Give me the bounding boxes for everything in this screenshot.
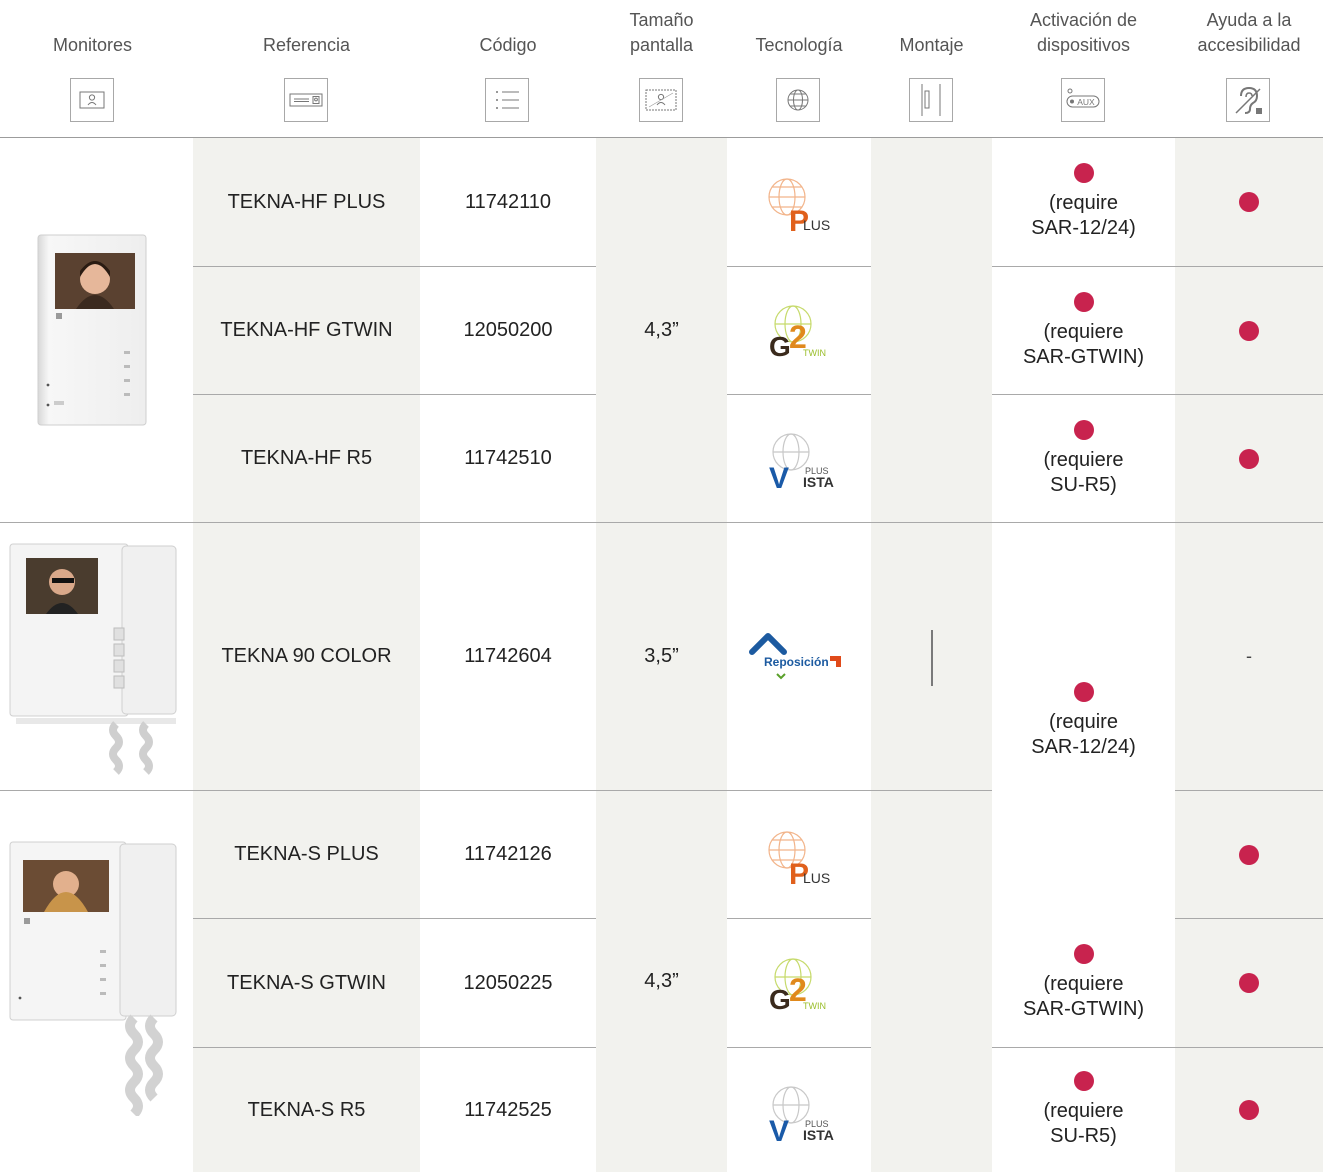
globe-icon (776, 78, 820, 122)
code-cell: 12050200 (463, 319, 553, 341)
reference-cell: TEKNA 90 COLOR (221, 645, 392, 667)
header-label: Tamaño pantalla (629, 10, 694, 55)
g2twin-logo: G 2 TWIN (769, 305, 826, 362)
row-separator (727, 266, 871, 267)
activation-cell: (requiere SU-R5) (992, 395, 1175, 522)
code-cell: 11742525 (464, 1098, 552, 1121)
activation-note: (requiere SAR-GTWIN) (1022, 320, 1145, 368)
accessibility-cell (1175, 267, 1323, 394)
header-label: Ayuda a la accesibilidad (1197, 10, 1301, 55)
status-dot (1239, 973, 1259, 993)
g2twin-logo-twin: TWIN (803, 1001, 826, 1011)
header-tamano: Tamaño pantalla (596, 0, 727, 137)
activation-cell: (requiere SAR-GTWIN) (992, 267, 1175, 394)
code-cell: 12050225 (463, 971, 553, 994)
status-dot (1239, 844, 1259, 865)
vista-logo: V PLUS ISTA (769, 1086, 834, 1143)
accessibility-cell (1175, 395, 1323, 522)
accessibility-cell (1175, 1048, 1323, 1172)
hearing-loop-icon (1226, 78, 1270, 122)
activation-note: (requiere SU-R5) (1043, 448, 1124, 496)
row-separator (727, 394, 871, 395)
vista-logo: V PLUS ISTA (769, 433, 834, 490)
status-dot (1073, 163, 1094, 183)
code-cell: 11742604 (464, 645, 552, 667)
reference-cell: TEKNA-HF PLUS (227, 190, 386, 213)
accessibility-cell (1175, 791, 1323, 918)
code-cell: 11742126 (464, 843, 552, 865)
activation-cell: (requiere SAR-GTWIN) (992, 919, 1175, 1047)
reposicion-logo-text: Reposición (764, 655, 829, 669)
header-label: Activación de dispositivos (1029, 10, 1138, 55)
status-dot (1239, 1100, 1259, 1120)
status-dot (1239, 192, 1259, 212)
activation-note: (requiere SU-R5) (1043, 1100, 1124, 1147)
activation-note: (require SAR-12/24) (1031, 192, 1136, 239)
g2twin-logo-g: G (769, 331, 791, 362)
activation-note: (require SAR-12/24) (1031, 711, 1136, 758)
header-tecnologia: Tecnología (727, 0, 871, 137)
status-dot (1239, 320, 1259, 341)
code-cell: 11742110 (464, 190, 551, 213)
header-montaje: Montaje (871, 0, 992, 137)
header-accesibilidad: Ayuda a la accesibilidad (1175, 0, 1323, 137)
header-monitores: Monitores (0, 0, 185, 137)
header-label: Tecnología (755, 35, 843, 55)
aux-label: AUX (1077, 97, 1095, 107)
status-dot (1073, 1071, 1094, 1091)
screen-size-cell: 4,3” (644, 318, 679, 341)
screen-size-cell: 3,5” (644, 645, 679, 667)
screen-size-cell: 4,3” (644, 970, 679, 992)
vista-logo-text: ISTA (803, 1127, 834, 1143)
activation-note: (requiere SAR-GTWIN) (1022, 973, 1145, 1020)
status-dot (1073, 682, 1094, 702)
status-dot (1073, 944, 1094, 964)
accessibility-cell (1175, 138, 1323, 266)
status-dot (1239, 448, 1259, 469)
code-cell: 11742510 (464, 447, 552, 469)
tekna-hf-monitor-image (37, 234, 147, 426)
row-separator (727, 1047, 871, 1048)
plus-logo: P LUS (768, 178, 830, 235)
header-label: Referencia (262, 35, 351, 55)
reference-cell: TEKNA-HF R5 (240, 447, 373, 469)
plus-logo-text: LUS (803, 217, 830, 233)
vista-logo-text: ISTA (803, 474, 834, 490)
vista-logo-v: V (769, 1115, 789, 1143)
reference-cell: TEKNA-HF GTWIN (220, 319, 393, 341)
header-label: Montaje (899, 35, 964, 55)
header-label: Código (479, 35, 537, 55)
g2twin-logo: G 2 TWIN (769, 958, 826, 1015)
mount-icon (908, 78, 953, 122)
reposicion-logo: Reposición (749, 633, 841, 680)
activation-cell: (require SAR-12/24) (992, 523, 1175, 919)
header-activacion: Activación de dispositivos AUX (992, 0, 1175, 137)
g2twin-logo-g: G (769, 984, 791, 1015)
aux-icon: AUX (1060, 78, 1105, 122)
header-referencia: Referencia (193, 0, 420, 137)
accessibility-cell: - (1246, 646, 1252, 666)
screen-size-icon (638, 78, 683, 122)
accessibility-cell (1175, 919, 1323, 1047)
plus-logo-text: LUS (803, 870, 830, 886)
reference-cell: TEKNA-S R5 (247, 1098, 366, 1121)
header-label: Monitores (52, 35, 133, 55)
panel-icon (283, 78, 328, 122)
g2twin-logo-twin: TWIN (803, 348, 826, 358)
vista-logo-v: V (769, 462, 789, 490)
reference-cell: TEKNA-S PLUS (234, 843, 379, 865)
activation-cell: (requiere SU-R5) (992, 1048, 1175, 1172)
mount-marker (931, 630, 933, 686)
row-separator (727, 918, 871, 919)
reference-cell: TEKNA-S GTWIN (227, 971, 386, 994)
plus-logo: P LUS (768, 831, 830, 888)
header-codigo: Código (420, 0, 596, 137)
status-dot (1073, 291, 1094, 312)
status-dot (1073, 419, 1094, 440)
tekna-s-monitor-image (9, 841, 177, 1116)
activation-cell: (require SAR-12/24) (992, 138, 1175, 266)
tekna-90-monitor-image (9, 543, 177, 775)
monitor-icon (69, 78, 114, 122)
list-icon (485, 78, 529, 122)
